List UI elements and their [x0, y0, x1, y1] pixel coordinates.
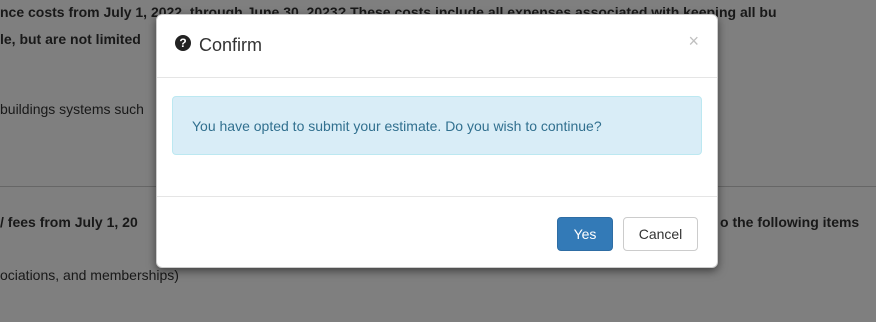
info-alert: You have opted to submit your estimate. …: [172, 96, 702, 155]
close-icon[interactable]: ×: [688, 32, 699, 50]
dialog-footer: Yes Cancel: [157, 196, 717, 267]
dialog-header: ? Confirm ×: [157, 15, 717, 78]
confirm-dialog: ? Confirm × You have opted to submit you…: [156, 14, 718, 268]
cancel-button[interactable]: Cancel: [623, 217, 698, 251]
dialog-body: You have opted to submit your estimate. …: [157, 78, 717, 196]
yes-button[interactable]: Yes: [557, 217, 613, 251]
question-circle-icon: ?: [175, 35, 191, 51]
confirm-message: You have opted to submit your estimate. …: [192, 118, 602, 134]
dialog-title: Confirm: [199, 35, 263, 55]
